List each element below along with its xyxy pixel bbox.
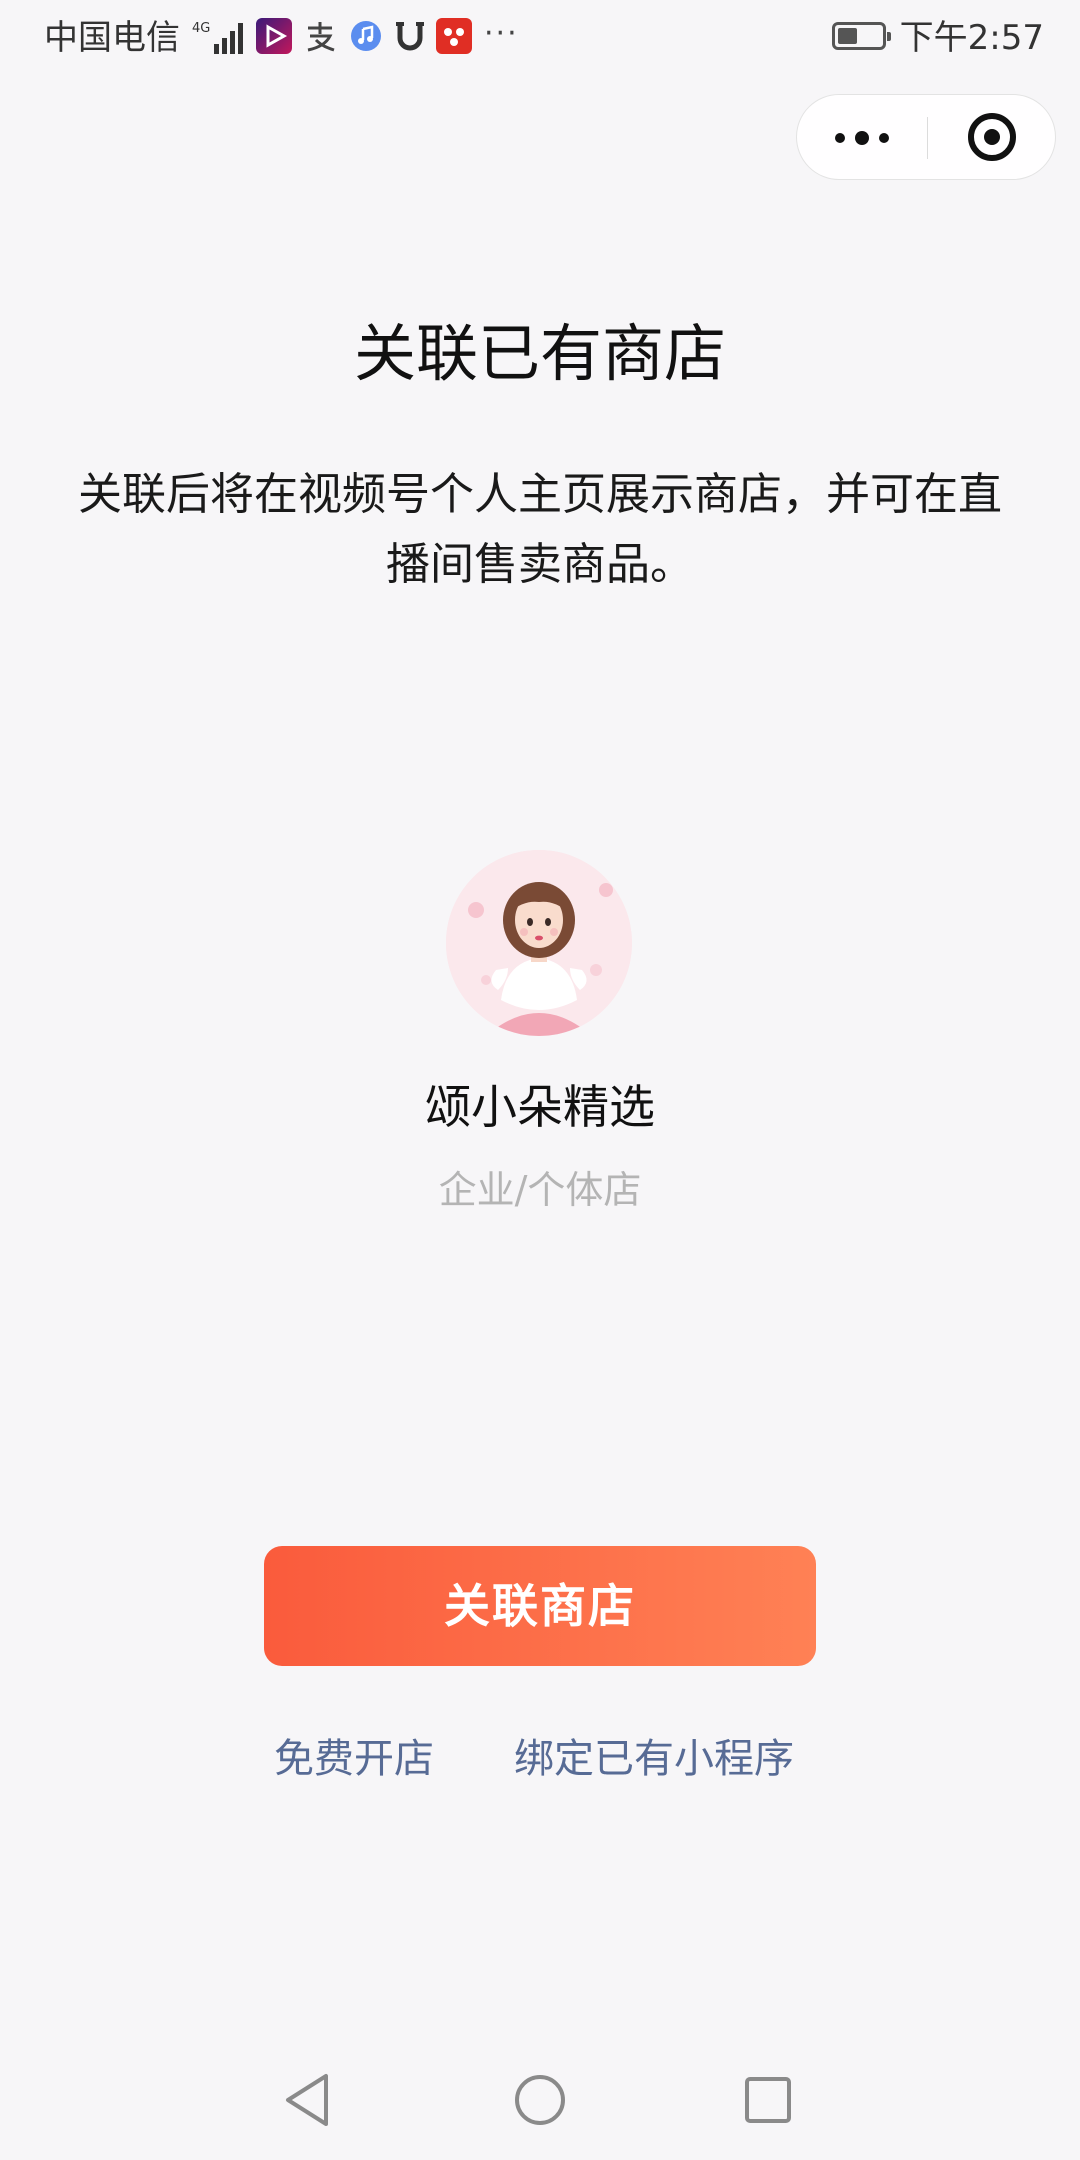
system-nav-bar xyxy=(0,2040,1080,2160)
network-type: 4G xyxy=(192,21,210,36)
video-app-icon xyxy=(256,18,292,54)
status-time: 下午2:57 xyxy=(899,18,1044,58)
pinduoduo-icon xyxy=(436,18,472,54)
more-dots-icon xyxy=(835,133,845,143)
back-triangle-icon xyxy=(286,2074,328,2126)
home-circle-icon xyxy=(515,2075,565,2125)
mini-program-capsule xyxy=(796,94,1056,180)
store-avatar xyxy=(446,850,632,1036)
avatar-illustration xyxy=(446,850,632,1036)
carrier-name: 中国电信 xyxy=(44,18,180,58)
nav-back-button[interactable] xyxy=(268,2060,348,2140)
more-dots-icon xyxy=(855,131,869,145)
nav-recent-button[interactable] xyxy=(728,2060,808,2140)
status-bar: 中国电信 4G ··· 下午2:57 xyxy=(0,0,1080,76)
bind-mini-program-link[interactable]: 绑定已有小程序 xyxy=(514,1730,794,1788)
close-mini-program-button[interactable] xyxy=(928,95,1055,179)
u-app-icon xyxy=(392,18,428,54)
link-store-button[interactable]: 关联商店 xyxy=(264,1546,816,1666)
recent-square-icon xyxy=(745,2077,791,2123)
battery-level xyxy=(838,28,857,44)
free-open-store-link[interactable]: 免费开店 xyxy=(274,1730,434,1788)
more-menu-button[interactable] xyxy=(797,95,927,179)
store-type: 企业/个体店 xyxy=(438,1168,642,1212)
nav-home-button[interactable] xyxy=(500,2060,580,2140)
battery-icon xyxy=(832,22,891,50)
close-target-dot xyxy=(984,129,1000,145)
music-icon xyxy=(348,18,384,54)
page-title: 关联已有商店 xyxy=(353,317,726,390)
more-notifications-icon: ··· xyxy=(484,16,519,51)
more-dots-icon xyxy=(879,133,889,143)
page-description: 关联后将在视频号个人主页展示商店，并可在直播间售卖商品。 xyxy=(78,469,1002,590)
store-name: 颂小朵精选 xyxy=(425,1080,655,1134)
signal-icon: 4G xyxy=(192,21,243,54)
alipay-icon xyxy=(302,18,338,54)
